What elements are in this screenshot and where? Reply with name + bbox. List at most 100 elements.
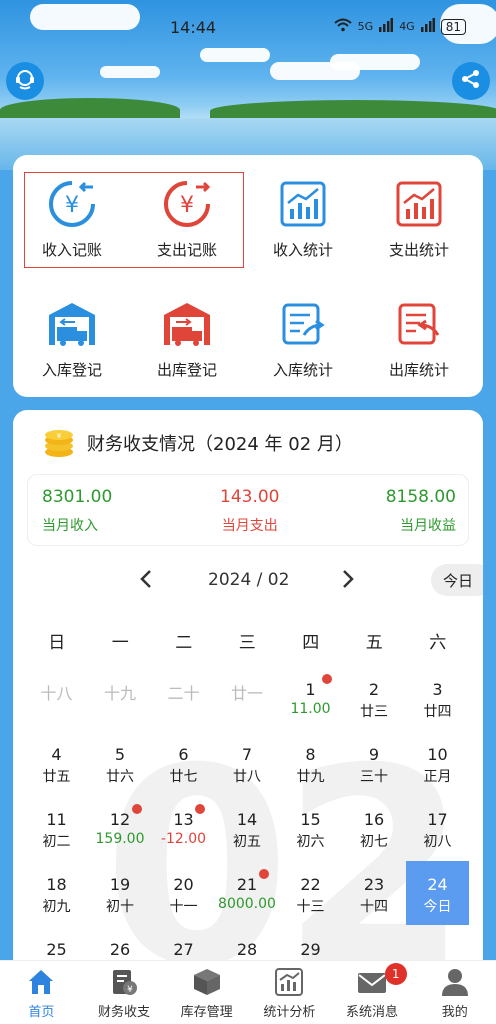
- day-sub: 廿七: [169, 769, 198, 785]
- share-button[interactable]: [452, 62, 490, 100]
- signal-icon: [420, 18, 435, 35]
- tab-finance[interactable]: ¥ 财务收支: [83, 961, 166, 1024]
- tab-inventory[interactable]: 库存管理: [165, 961, 248, 1024]
- tab-messages[interactable]: 1 系统消息: [331, 961, 414, 1024]
- support-button[interactable]: [6, 62, 44, 100]
- calendar-day[interactable]: 19 初十: [89, 861, 152, 925]
- calendar-day[interactable]: 6 廿七: [152, 731, 215, 795]
- calendar-day[interactable]: 3 廿四: [406, 666, 469, 730]
- calendar-day[interactable]: 18 初九: [25, 861, 88, 925]
- menu-income-stats[interactable]: 收入统计: [253, 179, 353, 260]
- income-summary: 8301.00 当月收入: [42, 487, 112, 535]
- today-button[interactable]: 今日: [431, 564, 483, 596]
- cloud: [100, 66, 160, 78]
- day-sub: 初六: [296, 834, 325, 850]
- day-number: 17: [427, 810, 448, 829]
- menu-out-stats[interactable]: 出库统计: [369, 299, 469, 380]
- calendar-day[interactable]: 廿一: [216, 666, 279, 730]
- day-number: 27: [173, 940, 194, 959]
- calendar-day[interactable]: 9 三十: [343, 731, 406, 795]
- calendar-day[interactable]: 20 十一: [152, 861, 215, 925]
- calendar-day[interactable]: 5 廿六: [89, 731, 152, 795]
- day-sub: 廿三: [360, 704, 388, 720]
- weekday: 四: [302, 633, 320, 653]
- day-number: 2: [368, 680, 380, 699]
- income-record-icon: ¥: [47, 179, 97, 229]
- calendar-day[interactable]: 12 159.00: [89, 796, 152, 860]
- day-sub: 十三: [296, 899, 325, 915]
- income-label: 当月收入: [42, 518, 98, 534]
- calendar-day[interactable]: 8 廿九: [279, 731, 342, 795]
- calendar-day[interactable]: 十八: [25, 666, 88, 730]
- menu-income-record[interactable]: ¥ 收入记账: [22, 179, 122, 260]
- calendar-day[interactable]: 13 -12.00: [152, 796, 215, 860]
- calendar-day[interactable]: 15 初六: [279, 796, 342, 860]
- chevron-left-icon[interactable]: [139, 568, 153, 596]
- tab-profile[interactable]: 我的: [413, 961, 496, 1024]
- chevron-right-icon[interactable]: [341, 568, 355, 596]
- calendar-day[interactable]: 14 初五: [216, 796, 279, 860]
- calendar-day[interactable]: 7 廿八: [216, 731, 279, 795]
- weekday-header: 日 一 二 三 四 五 六: [25, 628, 470, 653]
- menu-warehouse-in[interactable]: 入库登记: [22, 299, 122, 380]
- calendar-day[interactable]: 11 初二: [25, 796, 88, 860]
- weekday: 日: [48, 633, 66, 653]
- day-sub: 廿四: [423, 704, 452, 720]
- day-number: 15: [300, 810, 321, 829]
- status-bar: 14:44 5G 4G 81: [0, 18, 496, 42]
- calendar-day[interactable]: 22 十三: [279, 861, 342, 925]
- tab-home[interactable]: 首页: [0, 961, 83, 1024]
- day-number: 16: [363, 810, 385, 829]
- tab-label: 首页: [28, 1005, 55, 1020]
- day-sub: -12.00: [160, 831, 207, 847]
- calendar-day[interactable]: 10 正月: [406, 731, 469, 795]
- expense-record-icon: ¥: [162, 179, 212, 229]
- profit-value: 8158.00: [385, 487, 456, 507]
- day-number: 28: [236, 940, 258, 959]
- calendar-day[interactable]: 17 初八: [406, 796, 469, 860]
- day-number: 20: [173, 875, 194, 894]
- day-number: 29: [300, 940, 321, 959]
- menu-label: 入库统计: [272, 361, 333, 379]
- weekday: 三: [238, 633, 256, 653]
- menu-label: 出库登记: [156, 361, 217, 379]
- warehouse-out-icon: [162, 299, 212, 349]
- menu-label: 入库登记: [41, 361, 102, 379]
- weekday: 二: [175, 633, 193, 653]
- tab-label: 系统消息: [346, 1005, 399, 1020]
- cloud: [200, 48, 270, 62]
- day-number: 24: [427, 875, 448, 894]
- day-sub: 廿五: [42, 769, 71, 785]
- calendar-day[interactable]: 十九: [89, 666, 152, 730]
- day-number: 9: [368, 745, 380, 764]
- day-number: 21: [236, 875, 258, 894]
- menu-expense-stats[interactable]: 支出统计: [369, 179, 469, 260]
- calendar-day[interactable]: 1 11.00: [279, 666, 342, 730]
- finance-title-text: 财务收支情况（2024 年 02 月）: [87, 434, 353, 455]
- menu-expense-record[interactable]: ¥ 支出记账: [137, 179, 237, 260]
- day-number: 6: [178, 745, 189, 764]
- calendar-day[interactable]: 24 今日: [406, 861, 469, 925]
- calendar-day[interactable]: 二十: [152, 666, 215, 730]
- calendar-day[interactable]: 21 8000.00: [216, 861, 279, 925]
- menu-warehouse-out[interactable]: 出库登记: [137, 299, 237, 380]
- profit-label: 当月收益: [400, 518, 456, 534]
- day-sub: 11.00: [290, 701, 331, 717]
- expense-summary: 143.00 当月支出: [220, 487, 279, 535]
- calendar-day[interactable]: 16 初七: [343, 796, 406, 860]
- signal-icon: [379, 18, 394, 35]
- signal-4g: 4G: [399, 20, 415, 33]
- menu-in-stats[interactable]: 入库统计: [253, 299, 353, 380]
- calendar-day[interactable]: 4 廿五: [25, 731, 88, 795]
- svg-text:¥: ¥: [65, 193, 79, 218]
- calendar-day[interactable]: 2 廿三: [343, 666, 406, 730]
- income-value: 8301.00: [42, 487, 113, 507]
- finance-title: ¥ 财务收支情况（2024 年 02 月）: [43, 428, 353, 458]
- day-sub: 十四: [360, 899, 388, 915]
- finance-card: 02 ¥ 财务收支情况（2024 年 02 月） 8301.00 当月收入 14…: [13, 410, 483, 1024]
- tab-analytics[interactable]: 统计分析: [248, 961, 331, 1024]
- day-sub: 今日: [423, 899, 452, 915]
- header-banner: 14:44 5G 4G 81: [0, 0, 496, 170]
- calendar-day[interactable]: 23 十四: [343, 861, 406, 925]
- day-number: 3: [432, 680, 443, 699]
